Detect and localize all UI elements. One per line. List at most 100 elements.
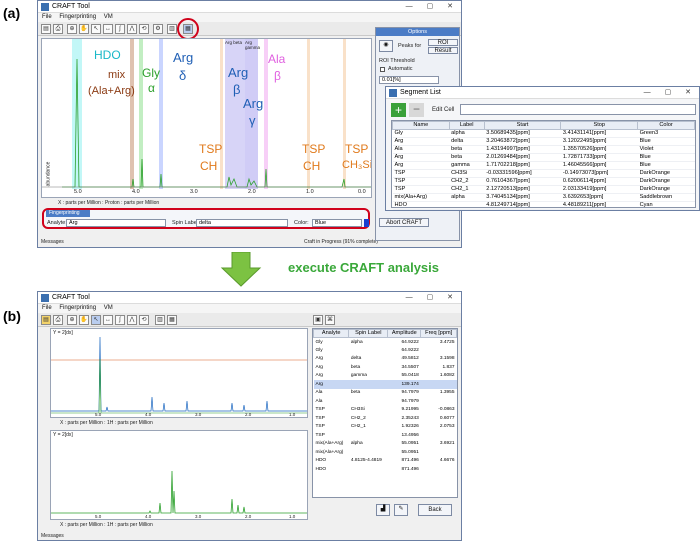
table-cell[interactable]: Blue: [637, 161, 695, 170]
col-amplitude[interactable]: Amplitude: [387, 329, 422, 338]
open-folder-icon[interactable]: ▤: [41, 315, 51, 325]
add-segment-button[interactable]: +: [391, 103, 406, 117]
table-row[interactable]: HDO 4.81249714[ppm] 4.48189211[ppm] Cyan: [392, 201, 695, 210]
table-cell[interactable]: beta: [449, 145, 485, 154]
chart-icon[interactable]: ▟: [376, 504, 390, 516]
table-cell[interactable]: 9.21995: [388, 406, 421, 415]
table-cell[interactable]: TSP: [392, 177, 450, 186]
table-cell[interactable]: CH2_2: [449, 177, 485, 186]
messages-bar[interactable]: Messages: [41, 239, 64, 245]
table-row[interactable]: Gly 64.9222: [314, 346, 457, 355]
col-label[interactable]: Label: [448, 121, 485, 130]
table-cell[interactable]: alpha: [449, 129, 485, 138]
table-cell[interactable]: Saddlebrown: [637, 193, 695, 202]
table-row[interactable]: Arg beta 34.5507 1.837: [314, 363, 457, 372]
messages-bar[interactable]: Messages: [41, 533, 64, 539]
table-cell[interactable]: Gly: [392, 129, 450, 138]
table-row[interactable]: Gly alpha 3.50689435[ppm] 3.41431141[ppm] Gr…: [392, 129, 695, 138]
table-cell[interactable]: 3.50689435[ppm]: [484, 129, 561, 138]
table-cell[interactable]: [349, 346, 388, 355]
table-cell[interactable]: gamma: [449, 161, 485, 170]
table-cell[interactable]: Gly: [314, 338, 349, 347]
table-cell[interactable]: 1.35570526[ppm]: [560, 145, 638, 154]
window-controls[interactable]: — ▢ ✕: [644, 87, 697, 99]
table-cell[interactable]: HDO: [314, 465, 349, 474]
table-cell[interactable]: 871.496: [388, 465, 421, 474]
select-icon[interactable]: ↖: [91, 315, 101, 325]
table-cell[interactable]: Ala: [392, 145, 450, 154]
automatic-checkbox[interactable]: [380, 67, 385, 72]
table-cell[interactable]: Ala: [314, 397, 349, 406]
table-cell[interactable]: 1.92326: [388, 423, 421, 432]
spectrum-plot-a[interactable]: Arg beta Arg gamma HDO mix (Ala+Arg) Gly…: [41, 38, 372, 198]
reset-icon[interactable]: ⟲: [139, 24, 149, 34]
tools-icon[interactable]: ✎: [394, 504, 408, 516]
table-cell[interactable]: [421, 448, 457, 457]
table-cell[interactable]: Arg: [314, 380, 349, 389]
table-cell[interactable]: 3.41431141[ppm]: [560, 129, 638, 138]
open-icon[interactable]: ▤: [41, 24, 51, 34]
zoom-icon[interactable]: ⊕: [67, 315, 77, 325]
table-cell[interactable]: 55.0951: [388, 440, 421, 449]
table-cell[interactable]: Violet: [637, 145, 695, 154]
vm-icon[interactable]: ▣: [313, 315, 323, 325]
table-cell[interactable]: Arg: [314, 363, 349, 372]
table-cell[interactable]: DarkOrange: [637, 169, 695, 178]
table-cell[interactable]: [349, 431, 388, 440]
table-cell[interactable]: 4.8125-4.4819: [349, 457, 388, 466]
abort-craft-button[interactable]: Abort CRAFT: [379, 218, 429, 227]
col-spin-label[interactable]: Spin Label: [348, 329, 389, 338]
table-cell[interactable]: beta: [349, 389, 388, 398]
col-start[interactable]: Start: [483, 121, 562, 130]
table-cell[interactable]: Arg: [392, 153, 450, 162]
table-cell[interactable]: 64.9222: [388, 338, 421, 347]
table-cell[interactable]: 1.837: [421, 363, 457, 372]
table-cell[interactable]: Arg: [314, 355, 349, 364]
peak-icon[interactable]: ⋀: [127, 315, 137, 325]
table-row[interactable]: mix(Ala+Arg) alpha 55.0951 3.6921: [314, 440, 457, 449]
table-cell[interactable]: [421, 346, 457, 355]
table-cell[interactable]: DarkOrange: [637, 177, 695, 186]
table-cell[interactable]: TSP: [314, 431, 349, 440]
table-row[interactable]: Arg 139.174: [313, 380, 457, 389]
table-cell[interactable]: [349, 397, 388, 406]
integrate-icon[interactable]: ∫: [115, 24, 125, 34]
table-cell[interactable]: 1.72871733[ppm]: [560, 153, 638, 162]
col-freq[interactable]: Freq [ppm]: [420, 329, 457, 338]
edit-cell-input[interactable]: [460, 104, 696, 115]
print-icon[interactable]: ⎙: [53, 315, 63, 325]
menu-vm[interactable]: VM: [104, 14, 113, 20]
table-cell[interactable]: alpha: [349, 338, 388, 347]
table-cell[interactable]: Arg: [314, 372, 349, 381]
table-cell[interactable]: 3.74045134[ppm]: [484, 193, 561, 202]
table-cell[interactable]: DarkOrange: [637, 185, 695, 194]
table-row[interactable]: TSP CH3Si -0.03331596[ppm] -0.14973073[ppm]…: [392, 169, 695, 178]
result-plot-top[interactable]: Y = 2[dx] 5.0 4.0 3.0 2.0 1.0: [50, 328, 308, 418]
remove-segment-button[interactable]: −: [409, 103, 424, 117]
script-icon[interactable]: ⌘: [325, 315, 335, 325]
back-button[interactable]: Back: [418, 504, 452, 516]
table-cell[interactable]: [349, 380, 388, 389]
table-cell[interactable]: mix(Ala+Arg): [314, 448, 349, 457]
table-cell[interactable]: 3.1598: [421, 355, 457, 364]
table-cell[interactable]: Cyan: [637, 201, 695, 210]
table-cell[interactable]: delta: [449, 137, 485, 146]
table-cell[interactable]: 139.174: [388, 380, 421, 389]
table-cell[interactable]: -0.14973073[ppm]: [560, 169, 638, 178]
table-cell[interactable]: TSP: [392, 185, 450, 194]
layout-icon[interactable]: ▥: [167, 24, 177, 34]
table-cell[interactable]: 3.12022495[ppm]: [560, 137, 638, 146]
table-cell[interactable]: [421, 380, 457, 389]
table-cell[interactable]: 1.6082: [421, 372, 457, 381]
table-row[interactable]: Arg delta 3.20463872[ppm] 3.12022495[ppm] Bl…: [392, 137, 695, 146]
table-row[interactable]: TSP CH3Si 9.21995 -0.0863: [314, 406, 457, 415]
menu-vm[interactable]: VM: [104, 305, 113, 311]
measure-icon[interactable]: ↔: [103, 315, 113, 325]
hand-icon[interactable]: ✋: [79, 24, 89, 34]
table-cell[interactable]: 94.7979: [388, 389, 421, 398]
table-cell[interactable]: 0.6077: [421, 414, 457, 423]
window-controls[interactable]: — ▢ ✕: [406, 1, 459, 13]
col-stop[interactable]: Stop: [560, 121, 639, 130]
target-icon[interactable]: ◉: [379, 40, 393, 52]
table-row[interactable]: Arg delta 49.5812 3.1598: [314, 355, 457, 364]
